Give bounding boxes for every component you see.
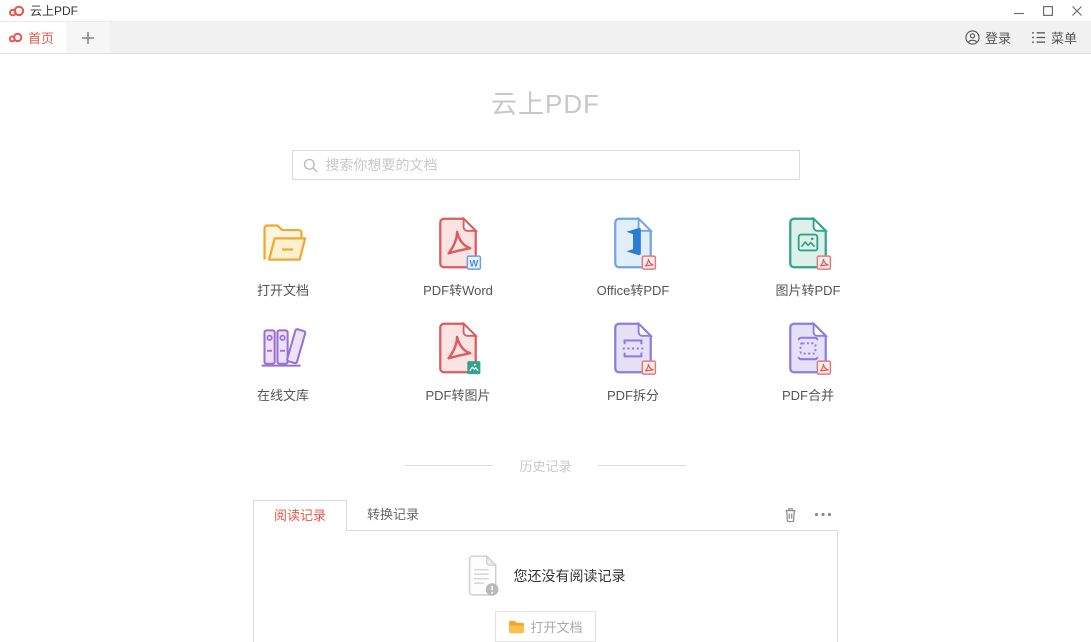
pdf-to-word-icon: W xyxy=(433,216,483,270)
new-tab-button[interactable] xyxy=(66,22,110,53)
open-document-button[interactable]: 打开文档 xyxy=(495,611,595,642)
history-divider-label: 历史记录 xyxy=(519,456,571,475)
pdf-split-icon xyxy=(608,321,658,375)
feature-label: Office转PDF xyxy=(597,280,670,299)
home-cloud-icon xyxy=(8,32,23,43)
main-area: 云上PDF 打开文档 xyxy=(0,84,1091,642)
minimize-button[interactable] xyxy=(1004,0,1033,21)
feature-pdf-merge[interactable]: PDF合并 xyxy=(721,321,896,404)
divider-line xyxy=(598,465,686,466)
close-button[interactable] xyxy=(1062,0,1091,21)
feature-label: 图片转PDF xyxy=(775,280,840,299)
login-button[interactable]: 登录 xyxy=(965,28,1011,47)
search-icon xyxy=(303,158,318,173)
search-input[interactable] xyxy=(326,157,789,173)
title-bar: 云上PDF xyxy=(0,0,1091,22)
login-label: 登录 xyxy=(985,28,1011,47)
history-content: 您还没有阅读记录 打开文档 xyxy=(253,530,838,642)
tab-home-label: 首页 xyxy=(28,28,54,47)
tab-home[interactable]: 首页 xyxy=(0,22,66,53)
menu-button[interactable]: 菜单 xyxy=(1031,28,1077,47)
tab-bar: 首页 登录 菜单 xyxy=(0,22,1091,54)
feature-label: PDF拆分 xyxy=(607,385,659,404)
empty-state-text: 您还没有阅读记录 xyxy=(514,566,626,586)
more-options-icon[interactable] xyxy=(814,512,832,517)
tab-conversion-history[interactable]: 转换记录 xyxy=(347,500,439,530)
feature-open-document[interactable]: 打开文档 xyxy=(196,216,371,299)
feature-image-to-pdf[interactable]: 图片转PDF xyxy=(721,216,896,299)
feature-grid: 打开文档 W PDF转Word xyxy=(196,216,896,426)
divider-line xyxy=(405,465,493,466)
search-box[interactable] xyxy=(292,150,800,180)
empty-document-icon xyxy=(466,554,502,598)
pdf-to-image-icon xyxy=(433,321,483,375)
delete-history-button[interactable] xyxy=(783,507,798,523)
tab-reading-history[interactable]: 阅读记录 xyxy=(253,500,347,531)
app-title: 云上PDF xyxy=(30,2,78,19)
office-to-pdf-icon xyxy=(608,216,658,270)
feature-office-to-pdf[interactable]: Office转PDF xyxy=(546,216,721,299)
feature-label: PDF合并 xyxy=(782,385,834,404)
open-document-button-label: 打开文档 xyxy=(530,617,582,636)
feature-pdf-split[interactable]: PDF拆分 xyxy=(546,321,721,404)
app-logo-cloud-icon xyxy=(8,5,25,17)
page-title: 云上PDF xyxy=(0,84,1091,121)
feature-label: 打开文档 xyxy=(257,280,309,299)
open-folder-icon xyxy=(257,216,309,270)
folder-icon xyxy=(508,620,525,634)
history-divider: 历史记录 xyxy=(0,456,1091,475)
user-icon xyxy=(965,30,980,45)
menu-label: 菜单 xyxy=(1051,28,1077,47)
feature-label: 在线文库 xyxy=(257,385,309,404)
feature-label: PDF转Word xyxy=(423,280,493,299)
feature-pdf-to-word[interactable]: W PDF转Word xyxy=(371,216,546,299)
word-badge-letter: W xyxy=(469,258,478,268)
history-tabs: 阅读记录 转换记录 xyxy=(253,499,838,530)
history-panel: 阅读记录 转换记录 xyxy=(253,499,838,642)
feature-label: PDF转图片 xyxy=(425,385,490,404)
maximize-button[interactable] xyxy=(1033,0,1062,21)
feature-online-library[interactable]: 在线文库 xyxy=(196,321,371,404)
feature-pdf-to-image[interactable]: PDF转图片 xyxy=(371,321,546,404)
image-to-pdf-icon xyxy=(783,216,833,270)
pdf-merge-icon xyxy=(783,321,833,375)
menu-list-icon xyxy=(1031,31,1046,44)
online-library-icon xyxy=(256,321,310,375)
